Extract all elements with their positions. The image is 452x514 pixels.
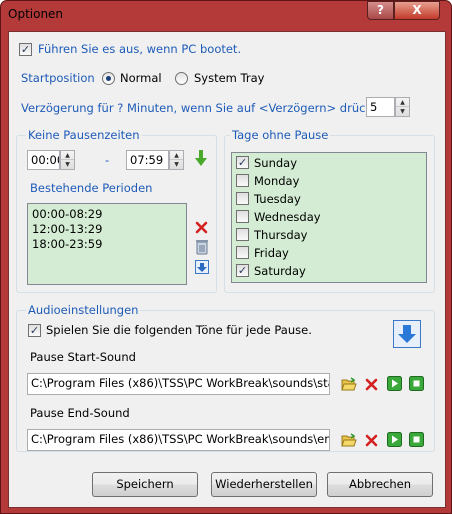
radio-normal[interactable] [102, 72, 115, 85]
start-sound-path[interactable]: C:\Program Files (x86)\TSS\PC WorkBreak\… [27, 373, 330, 395]
day-checkbox[interactable]: ✓ [236, 264, 249, 277]
spin-up-icon[interactable]: ▲ [61, 151, 74, 160]
add-period-arrow-icon[interactable] [195, 150, 207, 166]
days-group-label: Tage ohne Pause [230, 128, 331, 142]
audio-group-label: Audioeinstellungen [26, 303, 141, 317]
days-list: ✓ Sunday Monday Tuesday Wednesday Thursda… [231, 152, 427, 283]
play-sounds-label: Spielen Sie die folgenden Töne für jede … [46, 323, 312, 337]
day-checkbox[interactable] [236, 174, 249, 187]
delay-input[interactable]: 5 [366, 97, 395, 117]
list-item[interactable]: 00:00-08:29 [32, 207, 102, 221]
periods-list[interactable]: 00:00-08:29 12:00-13:29 18:00-23:59 [27, 203, 187, 285]
delay-spinner[interactable]: ▲ ▼ [395, 97, 410, 117]
time-separator: - [105, 153, 110, 167]
break-to-spinner[interactable]: ▲ ▼ [169, 150, 184, 170]
breaks-group-label: Keine Pausenzeiten [26, 128, 142, 142]
open-folder-icon[interactable] [341, 433, 357, 447]
day-label: Tuesday [254, 192, 301, 206]
expand-down-icon[interactable] [393, 320, 421, 348]
spin-up-icon[interactable]: ▲ [396, 98, 409, 107]
day-checkbox[interactable]: ✓ [236, 156, 249, 169]
startposition-label: Startposition [21, 71, 95, 85]
delay-label: Verzögerung für ? Minuten, wenn Sie auf … [21, 101, 387, 115]
radio-system-tray-label: System Tray [194, 71, 265, 85]
break-to-input[interactable]: 07:59 [126, 150, 169, 170]
radio-normal-label: Normal [120, 71, 162, 85]
stop-icon[interactable] [409, 432, 424, 447]
cancel-button[interactable]: Abbrechen [327, 472, 433, 497]
clear-start-sound-icon[interactable] [365, 378, 378, 391]
window-title: Optionen [8, 7, 64, 21]
spin-down-icon[interactable]: ▼ [396, 107, 409, 116]
day-label: Wednesday [254, 210, 321, 224]
day-label: Saturday [254, 264, 306, 278]
spin-up-icon[interactable]: ▲ [170, 151, 183, 160]
play-icon[interactable] [387, 376, 402, 391]
day-checkbox[interactable] [236, 192, 249, 205]
radio-system-tray[interactable] [175, 72, 188, 85]
day-checkbox[interactable] [236, 246, 249, 259]
day-label: Thursday [254, 228, 308, 242]
day-checkbox[interactable] [236, 228, 249, 241]
save-button[interactable]: Speichern [92, 472, 198, 497]
restore-button[interactable]: Wiederherstellen [211, 472, 317, 497]
break-from-input[interactable]: 00:00 [27, 150, 60, 170]
spin-down-icon[interactable]: ▼ [61, 160, 74, 169]
recycle-icon[interactable] [195, 239, 209, 255]
autostart-label: Führen Sie es aus, wenn PC bootet. [38, 42, 242, 56]
end-sound-path[interactable]: C:\Program Files (x86)\TSS\PC WorkBreak\… [27, 429, 330, 451]
break-from-spinner[interactable]: ▲ ▼ [60, 150, 75, 170]
end-sound-label: Pause End-Sound [30, 406, 130, 420]
spin-down-icon[interactable]: ▼ [170, 160, 183, 169]
window-frame: Optionen ? X ✓ Führen Sie es aus, wenn P… [0, 0, 452, 514]
autostart-checkbox[interactable]: ✓ [19, 43, 32, 56]
help-button[interactable]: ? [367, 1, 394, 20]
play-sounds-checkbox[interactable]: ✓ [28, 324, 41, 337]
close-button[interactable]: X [394, 1, 440, 20]
play-icon[interactable] [387, 432, 402, 447]
list-item[interactable]: 18:00-23:59 [32, 237, 102, 251]
start-sound-label: Pause Start-Sound [30, 350, 136, 364]
move-down-icon[interactable] [195, 260, 209, 274]
periods-label: Bestehende Perioden [30, 181, 153, 195]
delete-period-icon[interactable] [195, 221, 208, 234]
day-label: Monday [254, 174, 300, 188]
day-label: Sunday [254, 156, 298, 170]
open-folder-icon[interactable] [341, 377, 357, 391]
stop-icon[interactable] [409, 376, 424, 391]
clear-end-sound-icon[interactable] [365, 434, 378, 447]
day-label: Friday [254, 246, 289, 260]
dialog-body: ✓ Führen Sie es aus, wenn PC bootet. Sta… [8, 31, 446, 508]
day-checkbox[interactable] [236, 210, 249, 223]
list-item[interactable]: 12:00-13:29 [32, 222, 102, 236]
